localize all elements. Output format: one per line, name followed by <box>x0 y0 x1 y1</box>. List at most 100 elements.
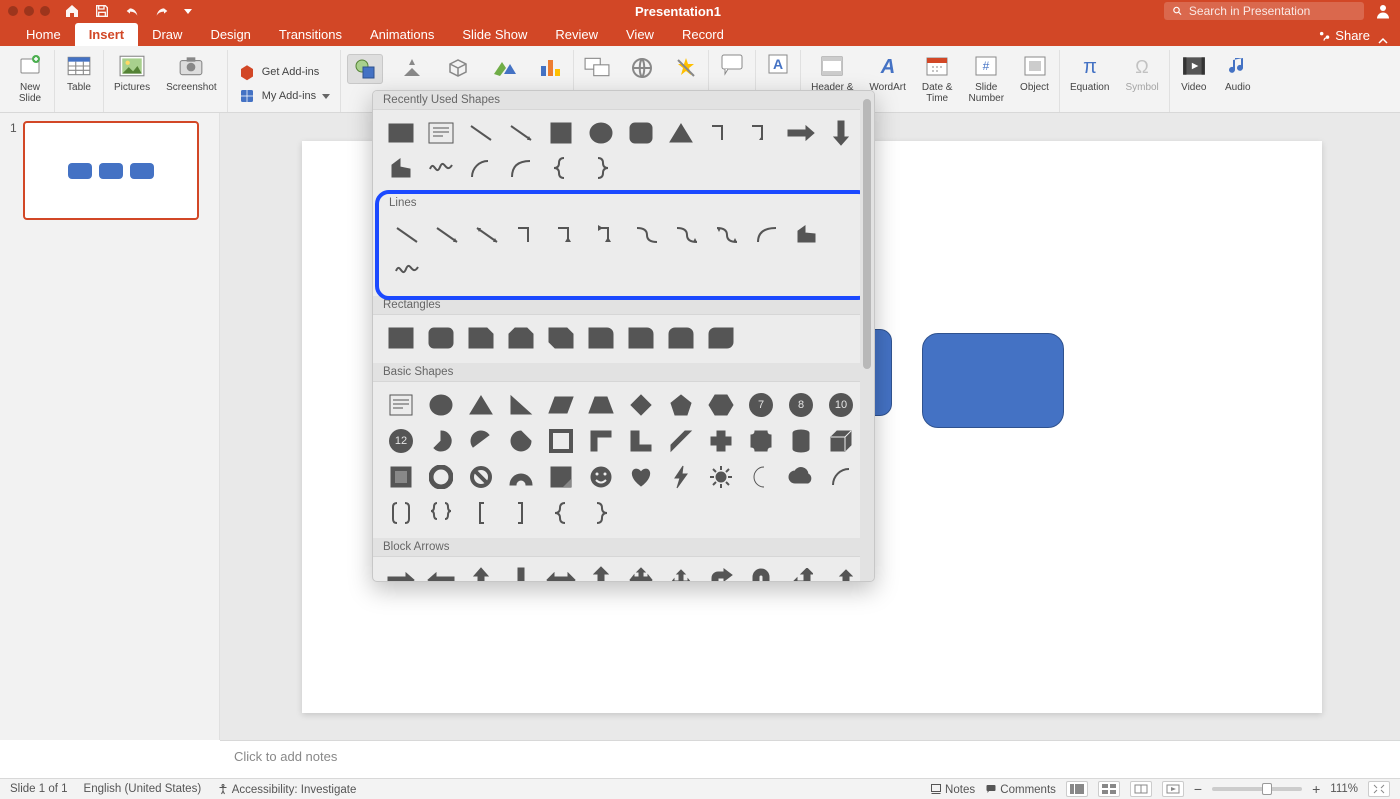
notes-pane[interactable]: Click to add notes <box>220 740 1400 778</box>
curved-connector-shape[interactable] <box>627 218 667 252</box>
video-button[interactable]: Video <box>1176 50 1212 95</box>
rectangle-shape[interactable] <box>381 116 421 150</box>
left-brace-shape[interactable] <box>541 496 581 530</box>
plaque-shape[interactable] <box>741 424 781 458</box>
comment-button[interactable] <box>715 50 749 78</box>
panel-scrollbar[interactable] <box>860 91 874 581</box>
left-up-arrow-shape[interactable] <box>781 563 821 582</box>
line-shape[interactable] <box>387 218 427 252</box>
oval-shape[interactable] <box>581 116 621 150</box>
triangle-shape[interactable] <box>661 116 701 150</box>
reading-view-button[interactable] <box>1130 781 1152 797</box>
slide-number-button[interactable]: # SlideNumber <box>964 50 1008 106</box>
line-shape[interactable] <box>461 116 501 150</box>
bent-arrow-shape[interactable] <box>701 563 741 582</box>
scrollbar-thumb[interactable] <box>863 99 871 369</box>
rounded-rectangle-shape[interactable] <box>922 333 1064 428</box>
curve-shape[interactable] <box>747 218 787 252</box>
bevel-shape[interactable] <box>381 460 421 494</box>
block-arc-shape[interactable] <box>501 460 541 494</box>
arrow-line-shape[interactable] <box>501 116 541 150</box>
share-button[interactable]: Share <box>1309 25 1378 46</box>
undo-icon[interactable] <box>124 3 140 19</box>
no-symbol-shape[interactable] <box>461 460 501 494</box>
rectangle-shape[interactable] <box>381 321 421 355</box>
round-diagonal-shape[interactable] <box>701 321 741 355</box>
date-time-button[interactable]: Date &Time <box>918 50 957 106</box>
shapes-button[interactable] <box>347 54 383 84</box>
square-shape[interactable] <box>541 116 581 150</box>
moon-shape[interactable] <box>741 460 781 494</box>
cube-shape[interactable] <box>821 424 861 458</box>
freeform-shape[interactable] <box>787 218 827 252</box>
equation-button[interactable]: π Equation <box>1066 50 1113 95</box>
cloud-shape[interactable] <box>781 460 821 494</box>
line-double-arrow-shape[interactable] <box>467 218 507 252</box>
up-down-arrow-shape[interactable] <box>581 563 621 582</box>
link-button[interactable] <box>626 54 658 82</box>
new-slide-button[interactable]: NewSlide <box>12 50 48 106</box>
tab-insert[interactable]: Insert <box>75 23 138 46</box>
frame-shape[interactable] <box>541 424 581 458</box>
left-bracket-shape[interactable] <box>461 496 501 530</box>
curve-shape[interactable] <box>501 152 541 186</box>
audio-button[interactable]: Audio <box>1220 50 1256 95</box>
down-arrow-shape[interactable] <box>501 563 541 582</box>
zoom-out-button[interactable]: − <box>1194 781 1202 797</box>
left-right-arrow-shape[interactable] <box>541 563 581 582</box>
tab-view[interactable]: View <box>612 23 668 46</box>
elbow-connector-shape[interactable] <box>701 116 741 150</box>
isoceles-triangle-shape[interactable] <box>461 388 501 422</box>
curved-double-arrow-shape[interactable] <box>707 218 747 252</box>
sorter-view-button[interactable] <box>1098 781 1120 797</box>
quad-arrow-shape[interactable] <box>621 563 661 582</box>
octagon-shape[interactable]: 8 <box>781 388 821 422</box>
redo-icon[interactable] <box>154 3 170 19</box>
chord-shape[interactable] <box>461 424 501 458</box>
diamond-shape[interactable] <box>621 388 661 422</box>
tab-record[interactable]: Record <box>668 23 738 46</box>
my-addins-button[interactable]: My Add-ins <box>234 84 334 108</box>
dodecagon-shape[interactable]: 12 <box>381 424 421 458</box>
up-arrow-shape[interactable] <box>461 563 501 582</box>
notes-toggle[interactable]: Notes <box>930 783 975 796</box>
tab-design[interactable]: Design <box>196 23 264 46</box>
lightning-bolt-shape[interactable] <box>661 460 701 494</box>
snip-diagonal-shape[interactable] <box>541 321 581 355</box>
get-addins-button[interactable]: Get Add-ins <box>234 60 323 84</box>
home-icon[interactable] <box>64 3 80 19</box>
language-indicator[interactable]: English (United States) <box>84 783 202 795</box>
minimize-window-icon[interactable] <box>24 6 34 16</box>
collapse-ribbon-icon[interactable] <box>1378 36 1388 46</box>
action-button[interactable] <box>670 54 702 82</box>
round-same-side-shape[interactable] <box>661 321 701 355</box>
zoom-value[interactable]: 111% <box>1330 783 1358 795</box>
arc-shape[interactable] <box>461 152 501 186</box>
chart-button[interactable] <box>533 54 567 82</box>
comments-toggle[interactable]: Comments <box>985 783 1056 796</box>
half-frame-shape[interactable] <box>581 424 621 458</box>
double-bracket-shape[interactable] <box>381 496 421 530</box>
diagonal-stripe-shape[interactable] <box>661 424 701 458</box>
scribble-shape[interactable] <box>387 254 427 288</box>
textbox-shape[interactable] <box>421 116 461 150</box>
tab-draw[interactable]: Draw <box>138 23 196 46</box>
search-input[interactable] <box>1189 4 1356 18</box>
slide-thumbnail[interactable] <box>23 121 199 220</box>
can-shape[interactable] <box>781 424 821 458</box>
tab-transitions[interactable]: Transitions <box>265 23 356 46</box>
donut-shape[interactable] <box>421 460 461 494</box>
smartart-button[interactable] <box>487 54 521 82</box>
textbox-button[interactable]: A <box>762 50 794 78</box>
user-icon[interactable] <box>1374 2 1392 20</box>
pictures-button[interactable]: Pictures <box>110 50 154 95</box>
heart-shape[interactable] <box>621 460 661 494</box>
line-arrow-shape[interactable] <box>427 218 467 252</box>
elbow-arrow-connector-shape[interactable] <box>741 116 781 150</box>
right-brace-shape[interactable] <box>581 496 621 530</box>
icons-button[interactable] <box>395 54 429 82</box>
fit-to-window-button[interactable] <box>1368 781 1390 797</box>
l-shape[interactable] <box>621 424 661 458</box>
3d-models-button[interactable] <box>441 54 475 82</box>
textbox-shape[interactable] <box>381 388 421 422</box>
